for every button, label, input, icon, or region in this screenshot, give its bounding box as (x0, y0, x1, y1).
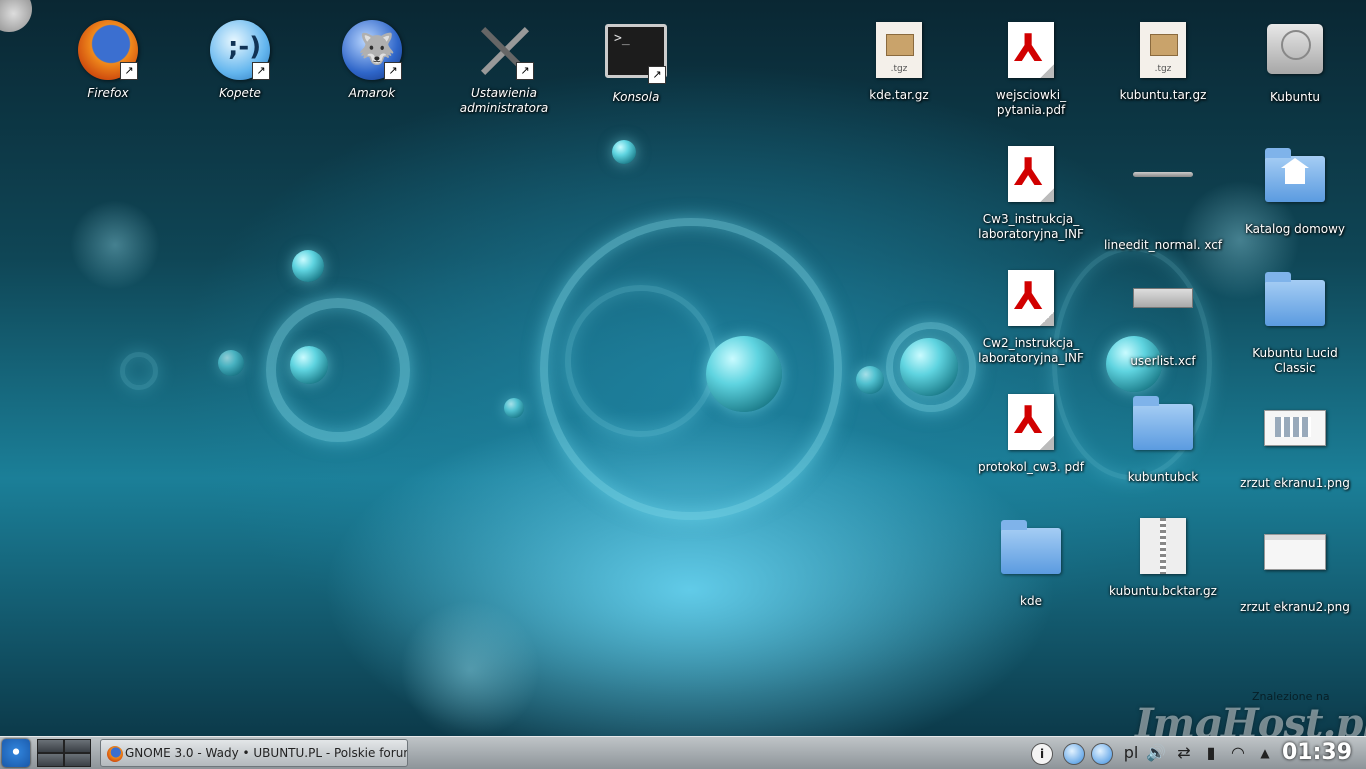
desktop-icon-zrzut1[interactable]: zrzut ekranu1.png (1230, 390, 1360, 491)
network-icon[interactable]: ⇄ (1172, 741, 1196, 765)
desktop-corner-toolbox[interactable] (0, 0, 32, 32)
taskbar-window-button[interactable]: GNOME 3.0 - Wady • UBUNTU.PL - Polskie f… (100, 739, 408, 767)
desktop-icon-label: kubuntu.bcktar.gz (1109, 584, 1217, 598)
wallpaper-ring-large (540, 218, 842, 520)
wallpaper-ring-left (266, 298, 410, 442)
desktop-icon-label: Konsola (612, 90, 660, 104)
volume-icon[interactable]: 🔊 (1145, 741, 1167, 765)
desktop-icon-label: userlist.xcf (1130, 354, 1196, 368)
wallpaper-ball-right (900, 338, 958, 396)
desktop-icon-protokol[interactable]: ⅄ protokol_cw3. pdf (966, 390, 1096, 475)
desktop-icon-cw2[interactable]: ⅄ Cw2_instrukcja_ laboratoryjna_INF (966, 266, 1096, 366)
image-thumbnail-icon (1264, 410, 1326, 446)
wallpaper-ball-small5 (218, 350, 244, 376)
xcf-image-icon (1133, 288, 1193, 308)
wallpaper-ring-inner (565, 285, 717, 437)
desktop-icon-firefox[interactable]: ↗ Firefox (43, 18, 173, 101)
wifi-icon[interactable]: ◠ (1226, 741, 1250, 765)
battery-icon[interactable]: ▮ (1200, 741, 1222, 765)
folder-icon (1265, 272, 1325, 326)
update-notifier-icon[interactable] (1063, 743, 1085, 765)
clock[interactable]: 01:39 (1282, 738, 1364, 768)
shortcut-arrow-icon: ↗ (648, 66, 666, 84)
desktop[interactable]: ↗ Firefox ;-) ↗ Kopete 🐺 ↗ Amarok ↗ Ustawi… (0, 0, 1366, 736)
desktop-icon-label: protokol_cw3. pdf (977, 460, 1084, 474)
desktop-icon-label: Kopete (219, 86, 261, 100)
wallpaper-ring-tiny (120, 352, 158, 390)
desktop-icon-label: Cw3_instrukcja_ laboratoryjna_INF (978, 212, 1084, 241)
desktop-icon-lineedit[interactable]: lineedit_normal. xcf (1098, 142, 1228, 253)
tray-expand-arrow-icon[interactable]: ▲ (1256, 741, 1274, 765)
kopete-tray-icon[interactable] (1091, 743, 1113, 765)
shortcut-arrow-icon: ↗ (516, 62, 534, 80)
desktop-icon-label: kde (1020, 594, 1042, 608)
desktop-icon-kubuntubck[interactable]: kubuntubck (1098, 390, 1228, 485)
wallpaper-bokeh3 (400, 600, 540, 736)
desktop-icon-label: Kubuntu (1269, 90, 1320, 104)
desktop-icon-label: kde.tar.gz (869, 88, 929, 102)
wallpaper-ball-small1 (292, 250, 324, 282)
desktop-icon-label: Ustawienia administratora (459, 86, 549, 115)
hard-drive-icon (1267, 24, 1323, 74)
desktop-icon-label: kubuntu.tar.gz (1119, 88, 1207, 102)
zip-archive-icon (1140, 518, 1186, 574)
wallpaper-ball-center (706, 336, 782, 412)
desktop-icon-label: zrzut ekranu1.png (1240, 476, 1350, 490)
desktop-icon-label: Kubuntu Lucid Classic (1252, 346, 1338, 375)
desktop-icon-userlist[interactable]: userlist.xcf (1098, 266, 1228, 369)
desktop-icon-label: Cw2_instrukcja_ laboratoryjna_INF (978, 336, 1084, 365)
xcf-image-icon (1133, 172, 1193, 177)
desktop-icon-label: lineedit_normal. xcf (1103, 238, 1223, 252)
desktop-icon-zrzut2[interactable]: zrzut ekranu2.png (1230, 514, 1360, 615)
wallpaper-ball-small6 (504, 398, 524, 418)
pdf-icon: ⅄ (1008, 146, 1054, 202)
desktop-icon-wejsciowki[interactable]: ⅄ wejsciowki_ pytania.pdf (966, 18, 1096, 118)
desktop-icon-kubuntu-lucid[interactable]: Kubuntu Lucid Classic (1230, 266, 1360, 376)
taskbar-panel: GNOME 3.0 - Wady • UBUNTU.PL - Polskie f… (0, 736, 1366, 769)
pdf-icon: ⅄ (1008, 394, 1054, 450)
desktop-icon-label: Katalog domowy (1244, 222, 1346, 236)
wallpaper-bokeh2 (70, 200, 160, 290)
desktop-icon-label: Amarok (348, 86, 396, 100)
pdf-icon: ⅄ (1008, 270, 1054, 326)
folder-icon (1001, 520, 1061, 574)
kde-application-launcher-icon[interactable] (2, 739, 30, 767)
desktop-icon-label: wejsciowki_ pytania.pdf (995, 88, 1067, 117)
desktop-icon-kde-folder[interactable]: kde (966, 514, 1096, 609)
desktop-icon-kubuntu-tar[interactable]: .tgz kubuntu.tar.gz (1098, 18, 1228, 103)
archive-icon: .tgz (876, 22, 922, 78)
wallpaper-ball-small7 (856, 366, 884, 394)
info-icon[interactable]: i (1031, 743, 1053, 765)
desktop-icon-kubuntu-drive[interactable]: Kubuntu (1230, 18, 1360, 105)
pdf-icon: ⅄ (1008, 22, 1054, 78)
archive-icon: .tgz (1140, 22, 1186, 78)
shortcut-arrow-icon: ↗ (120, 62, 138, 80)
desktop-icon-kubuntu-bck[interactable]: kubuntu.bcktar.gz (1098, 514, 1228, 599)
firefox-icon (107, 745, 123, 762)
wallpaper-ball-small4 (612, 140, 636, 164)
desktop-icon-ustawienia[interactable]: ↗ Ustawienia administratora (439, 18, 569, 116)
shortcut-arrow-icon: ↗ (384, 62, 402, 80)
desktop-icon-katalog-domowy[interactable]: Katalog domowy (1230, 142, 1360, 237)
taskbar-window-title: GNOME 3.0 - Wady • UBUNTU.PL - Polskie f… (125, 746, 408, 760)
virtual-desktop-pager[interactable] (37, 739, 91, 767)
folder-icon (1133, 396, 1193, 450)
image-thumbnail-icon (1264, 534, 1326, 570)
desktop-icon-kopete[interactable]: ;-) ↗ Kopete (175, 18, 305, 101)
wallpaper-ring-right (886, 322, 976, 412)
desktop-icon-konsola[interactable]: >_ ↗ Konsola (571, 18, 701, 105)
shortcut-arrow-icon: ↗ (252, 62, 270, 80)
desktop-icon-label: Firefox (87, 86, 129, 100)
home-folder-icon (1265, 148, 1325, 202)
keyboard-layout-indicator[interactable]: pl (1120, 741, 1142, 765)
desktop-icon-cw3[interactable]: ⅄ Cw3_instrukcja_ laboratoryjna_INF (966, 142, 1096, 242)
desktop-icon-amarok[interactable]: 🐺 ↗ Amarok (307, 18, 437, 101)
wallpaper-ball-small2 (290, 346, 328, 384)
desktop-icon-kde-tar[interactable]: .tgz kde.tar.gz (834, 18, 964, 103)
desktop-icon-label: zrzut ekranu2.png (1240, 600, 1350, 614)
desktop-icon-label: kubuntubck (1127, 470, 1199, 484)
